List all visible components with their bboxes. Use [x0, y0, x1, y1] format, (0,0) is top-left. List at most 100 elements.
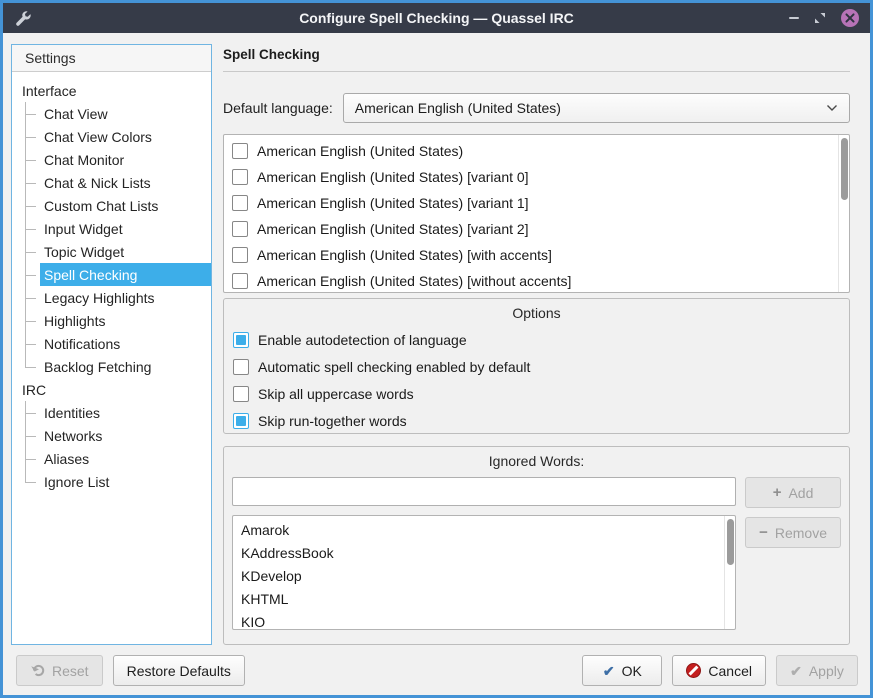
apply-button[interactable]: ✔ Apply — [776, 655, 858, 686]
ignored-word-label: KIO — [241, 614, 265, 630]
sidebar-item-notifications[interactable]: Notifications — [12, 332, 211, 355]
sidebar-item-chat-monitor[interactable]: Chat Monitor — [12, 148, 211, 171]
chevron-down-icon — [826, 104, 838, 112]
dialog-footer: Reset Restore Defaults ✔ OK Cancel ✔ App… — [3, 648, 870, 695]
reset-button[interactable]: Reset — [16, 655, 103, 686]
sidebar-item-legacy-highlights[interactable]: Legacy Highlights — [12, 286, 211, 309]
sidebar-item-label: Backlog Fetching — [40, 355, 211, 378]
tree-branch — [25, 470, 40, 493]
sidebar-item-label: Aliases — [40, 447, 211, 470]
tree-branch — [25, 171, 40, 194]
tree-branch — [25, 424, 40, 447]
option-automatic-spell-checking-enabled-by-default[interactable]: Automatic spell checking enabled by defa… — [232, 353, 841, 380]
default-language-row: Default language: American English (Unit… — [223, 93, 850, 123]
remove-button[interactable]: − Remove — [745, 517, 841, 548]
ignored-words-title: Ignored Words: — [232, 447, 841, 469]
language-label: American English (United States) [with a… — [257, 247, 552, 263]
language-label: American English (United States) — [257, 143, 463, 159]
checkbox[interactable] — [232, 221, 248, 237]
option-label: Automatic spell checking enabled by defa… — [258, 359, 530, 375]
tree-branch — [25, 286, 40, 309]
undo-icon — [30, 664, 45, 677]
cancel-button[interactable]: Cancel — [672, 655, 766, 686]
sidebar-item-custom-chat-lists[interactable]: Custom Chat Lists — [12, 194, 211, 217]
sidebar-item-label: Chat & Nick Lists — [40, 171, 211, 194]
ignored-word-input[interactable] — [232, 477, 736, 506]
scrollbar-thumb[interactable] — [841, 138, 848, 200]
sidebar-item-label: Notifications — [40, 332, 211, 355]
sidebar-item-aliases[interactable]: Aliases — [12, 447, 211, 470]
ignored-word-label: KHTML — [241, 591, 288, 607]
sidebar-item-label: Input Widget — [40, 217, 211, 240]
language-row[interactable]: American English (United States) — [224, 138, 838, 164]
sidebar-item-label: Identities — [40, 401, 211, 424]
option-skip-all-uppercase-words[interactable]: Skip all uppercase words — [232, 380, 841, 407]
minimize-button[interactable] — [789, 17, 799, 19]
option-enable-autodetection-of-language[interactable]: Enable autodetection of language — [232, 326, 841, 353]
sidebar-item-chat-nick-lists[interactable]: Chat & Nick Lists — [12, 171, 211, 194]
scrollbar-thumb[interactable] — [727, 519, 734, 565]
checkbox[interactable] — [233, 332, 249, 348]
sidebar-item-highlights[interactable]: Highlights — [12, 309, 211, 332]
sidebar-item-label: Legacy Highlights — [40, 286, 211, 309]
checkbox[interactable] — [232, 143, 248, 159]
checkbox[interactable] — [233, 413, 249, 429]
minimize-icon — [789, 17, 799, 19]
sidebar-item-label: Chat View — [40, 102, 211, 125]
sidebar-item-chat-view[interactable]: Chat View — [12, 102, 211, 125]
spell-checking-pane: Spell Checking Default language: America… — [223, 44, 850, 648]
sidebar-item-backlog-fetching[interactable]: Backlog Fetching — [12, 355, 211, 378]
sidebar-item-label: Topic Widget — [40, 240, 211, 263]
sidebar-item-interface[interactable]: Interface — [12, 79, 211, 102]
checkbox[interactable] — [233, 386, 249, 402]
restore-button[interactable] — [814, 12, 826, 24]
options-items: Enable autodetection of language Automati… — [232, 326, 841, 434]
ignored-word-row[interactable]: Amarok — [241, 518, 724, 541]
close-button[interactable] — [841, 9, 859, 27]
sidebar-item-label: Custom Chat Lists — [40, 194, 211, 217]
checkbox[interactable] — [232, 169, 248, 185]
restore-icon — [814, 12, 826, 24]
sidebar-header: Settings — [12, 45, 211, 72]
sidebar-item-chat-view-colors[interactable]: Chat View Colors — [12, 125, 211, 148]
restore-defaults-button[interactable]: Restore Defaults — [113, 655, 245, 686]
checkbox[interactable] — [232, 195, 248, 211]
ignored-word-row[interactable]: KHTML — [241, 587, 724, 610]
sidebar-item-label: Interface — [18, 79, 211, 102]
language-row[interactable]: American English (United States) [withou… — [224, 268, 838, 293]
checkbox[interactable] — [233, 359, 249, 375]
tree-branch — [25, 148, 40, 171]
ignored-word-row[interactable]: KAddressBook — [241, 541, 724, 564]
sidebar-item-label: Chat View Colors — [40, 125, 211, 148]
sidebar-item-identities[interactable]: Identities — [12, 401, 211, 424]
ignored-word-row[interactable]: KDevelop — [241, 564, 724, 587]
language-row[interactable]: American English (United States) [varian… — [224, 164, 838, 190]
language-row[interactable]: American English (United States) [varian… — [224, 190, 838, 216]
option-skip-run-together-words[interactable]: Skip run-together words — [232, 407, 841, 434]
plus-icon: + — [773, 484, 782, 501]
dialog-body: Settings InterfaceChat ViewChat View Col… — [3, 33, 870, 648]
ignored-words-scrollbar[interactable] — [724, 516, 735, 629]
checkbox[interactable] — [232, 273, 248, 289]
checkbox[interactable] — [232, 247, 248, 263]
language-list-items: American English (United States) American… — [224, 135, 838, 292]
sidebar-item-topic-widget[interactable]: Topic Widget — [12, 240, 211, 263]
close-icon — [845, 13, 855, 23]
sidebar-item-ignore-list[interactable]: Ignore List — [12, 470, 211, 493]
ok-button[interactable]: ✔ OK — [582, 655, 662, 686]
sidebar-item-input-widget[interactable]: Input Widget — [12, 217, 211, 240]
language-row[interactable]: American English (United States) [with a… — [224, 242, 838, 268]
add-button[interactable]: + Add — [745, 477, 841, 508]
language-list-scrollbar[interactable] — [838, 135, 849, 292]
language-row[interactable]: American English (United States) [varian… — [224, 216, 838, 242]
ignored-word-label: Amarok — [241, 522, 289, 538]
sidebar-item-networks[interactable]: Networks — [12, 424, 211, 447]
sidebar-item-label: Networks — [40, 424, 211, 447]
sidebar-item-spell-checking[interactable]: Spell Checking — [12, 263, 211, 286]
settings-sidebar: Settings InterfaceChat ViewChat View Col… — [11, 44, 212, 645]
sidebar-item-label: IRC — [18, 378, 211, 401]
default-language-label: Default language: — [223, 100, 333, 116]
sidebar-item-irc[interactable]: IRC — [12, 378, 211, 401]
ignored-word-row[interactable]: KIO — [241, 610, 724, 630]
default-language-select[interactable]: American English (United States) — [343, 93, 850, 123]
